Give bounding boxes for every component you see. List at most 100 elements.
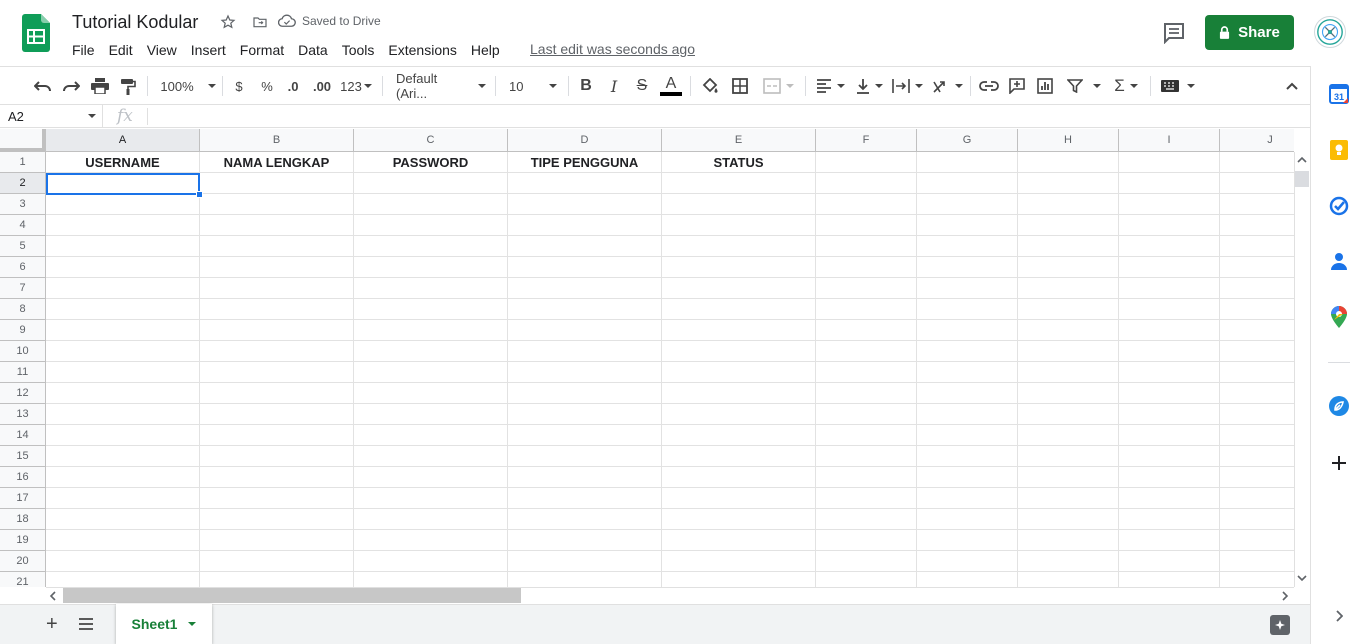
cell-c6[interactable] bbox=[354, 257, 508, 278]
cell-f8[interactable] bbox=[816, 299, 917, 320]
cell-b7[interactable] bbox=[200, 278, 354, 299]
cell-g16[interactable] bbox=[917, 467, 1018, 488]
cell-f2[interactable] bbox=[816, 173, 917, 194]
cell-e19[interactable] bbox=[662, 530, 816, 551]
cell-h10[interactable] bbox=[1018, 341, 1119, 362]
select-all-corner[interactable] bbox=[0, 129, 46, 152]
text-color-button[interactable]: A bbox=[660, 75, 682, 97]
row-header-8[interactable]: 8 bbox=[0, 299, 46, 320]
cell-h17[interactable] bbox=[1018, 488, 1119, 509]
borders-icon[interactable] bbox=[729, 75, 751, 97]
row-header-5[interactable]: 5 bbox=[0, 236, 46, 257]
undo-icon[interactable] bbox=[32, 75, 54, 97]
cell-f21[interactable] bbox=[816, 572, 917, 587]
cell-a5[interactable] bbox=[46, 236, 200, 257]
cell-e11[interactable] bbox=[662, 362, 816, 383]
cell-i1[interactable] bbox=[1119, 152, 1220, 173]
bold-button[interactable]: B bbox=[576, 75, 596, 97]
cell-j16[interactable] bbox=[1220, 467, 1294, 488]
menu-data[interactable]: Data bbox=[291, 40, 335, 60]
cell-c18[interactable] bbox=[354, 509, 508, 530]
cell-c21[interactable] bbox=[354, 572, 508, 587]
cell-e20[interactable] bbox=[662, 551, 816, 572]
column-header-c[interactable]: C bbox=[354, 129, 508, 152]
cell-h6[interactable] bbox=[1018, 257, 1119, 278]
cell-a11[interactable] bbox=[46, 362, 200, 383]
vertical-scrollbar[interactable] bbox=[1294, 152, 1310, 587]
cell-i15[interactable] bbox=[1119, 446, 1220, 467]
row-header-7[interactable]: 7 bbox=[0, 278, 46, 299]
cell-i14[interactable] bbox=[1119, 425, 1220, 446]
cell-c14[interactable] bbox=[354, 425, 508, 446]
cell-f16[interactable] bbox=[816, 467, 917, 488]
row-header-20[interactable]: 20 bbox=[0, 551, 46, 572]
cell-d17[interactable] bbox=[508, 488, 662, 509]
comment-history-icon[interactable] bbox=[1162, 22, 1186, 44]
cell-h4[interactable] bbox=[1018, 215, 1119, 236]
cell-j7[interactable] bbox=[1220, 278, 1294, 299]
cell-d3[interactable] bbox=[508, 194, 662, 215]
cell-g20[interactable] bbox=[917, 551, 1018, 572]
row-header-12[interactable]: 12 bbox=[0, 383, 46, 404]
cell-d7[interactable] bbox=[508, 278, 662, 299]
column-header-a[interactable]: A bbox=[46, 129, 200, 152]
currency-format-button[interactable]: $ bbox=[230, 75, 248, 97]
increase-decimal-button[interactable]: .00 bbox=[310, 75, 334, 97]
cell-h5[interactable] bbox=[1018, 236, 1119, 257]
menu-tools[interactable]: Tools bbox=[335, 40, 382, 60]
cell-b8[interactable] bbox=[200, 299, 354, 320]
cell-b12[interactable] bbox=[200, 383, 354, 404]
cell-a17[interactable] bbox=[46, 488, 200, 509]
column-header-e[interactable]: E bbox=[662, 129, 816, 152]
cell-e9[interactable] bbox=[662, 320, 816, 341]
menu-help[interactable]: Help bbox=[464, 40, 507, 60]
menu-view[interactable]: View bbox=[140, 40, 184, 60]
row-header-2[interactable]: 2 bbox=[0, 173, 46, 194]
cell-g17[interactable] bbox=[917, 488, 1018, 509]
cell-h16[interactable] bbox=[1018, 467, 1119, 488]
cell-d9[interactable] bbox=[508, 320, 662, 341]
cell-c7[interactable] bbox=[354, 278, 508, 299]
cell-h15[interactable] bbox=[1018, 446, 1119, 467]
menu-file[interactable]: File bbox=[65, 40, 102, 60]
last-edit-link[interactable]: Last edit was seconds ago bbox=[530, 41, 695, 57]
cell-f5[interactable] bbox=[816, 236, 917, 257]
cell-e6[interactable] bbox=[662, 257, 816, 278]
insert-chart-icon[interactable] bbox=[1034, 75, 1056, 97]
maps-icon[interactable] bbox=[1328, 306, 1350, 328]
row-header-14[interactable]: 14 bbox=[0, 425, 46, 446]
decrease-decimal-button[interactable]: .0 bbox=[283, 75, 303, 97]
cell-i13[interactable] bbox=[1119, 404, 1220, 425]
cell-g21[interactable] bbox=[917, 572, 1018, 587]
cell-h1[interactable] bbox=[1018, 152, 1119, 173]
cell-d20[interactable] bbox=[508, 551, 662, 572]
cell-f1[interactable] bbox=[816, 152, 917, 173]
filter-icon[interactable] bbox=[1064, 75, 1104, 97]
horizontal-scroll-thumb[interactable] bbox=[63, 588, 521, 603]
cell-b13[interactable] bbox=[200, 404, 354, 425]
cell-a18[interactable] bbox=[46, 509, 200, 530]
cell-h18[interactable] bbox=[1018, 509, 1119, 530]
cell-h12[interactable] bbox=[1018, 383, 1119, 404]
cell-b9[interactable] bbox=[200, 320, 354, 341]
cell-e14[interactable] bbox=[662, 425, 816, 446]
contacts-icon[interactable] bbox=[1328, 250, 1350, 272]
cell-g12[interactable] bbox=[917, 383, 1018, 404]
cell-j11[interactable] bbox=[1220, 362, 1294, 383]
horizontal-align-icon[interactable] bbox=[814, 75, 846, 97]
cell-d2[interactable] bbox=[508, 173, 662, 194]
row-header-1[interactable]: 1 bbox=[0, 152, 46, 173]
menu-insert[interactable]: Insert bbox=[184, 40, 233, 60]
cell-b10[interactable] bbox=[200, 341, 354, 362]
cell-i21[interactable] bbox=[1119, 572, 1220, 587]
cell-g13[interactable] bbox=[917, 404, 1018, 425]
cell-a15[interactable] bbox=[46, 446, 200, 467]
column-header-f[interactable]: F bbox=[816, 129, 917, 152]
input-tools-icon[interactable] bbox=[1158, 75, 1198, 97]
cell-a9[interactable] bbox=[46, 320, 200, 341]
cell-d10[interactable] bbox=[508, 341, 662, 362]
cell-f18[interactable] bbox=[816, 509, 917, 530]
cell-c4[interactable] bbox=[354, 215, 508, 236]
cell-c15[interactable] bbox=[354, 446, 508, 467]
fill-color-icon[interactable] bbox=[699, 75, 721, 97]
